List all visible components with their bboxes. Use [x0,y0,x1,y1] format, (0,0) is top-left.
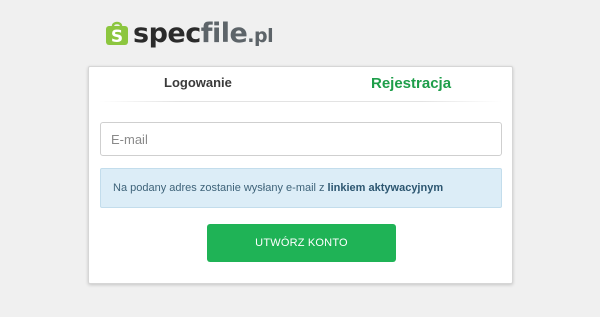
tabs-divider [99,101,502,102]
tab-login[interactable]: Logowanie [164,75,232,90]
create-account-button[interactable]: UTWÓRZ KONTO [207,224,396,262]
info-strong-text: linkiem aktywacyjnym [327,182,444,194]
auth-card: Logowanie Rejestracja Na podany adres zo… [88,66,513,284]
activation-info-alert: Na podany adres zostanie wysłany e-mail … [100,168,502,208]
logo-wordmark: spec file .pl [133,17,274,49]
logo-text-file: file [200,17,248,49]
site-logo[interactable]: S spec file .pl [104,16,274,50]
email-field[interactable] [100,122,502,156]
auth-tabs: Logowanie Rejestracja [89,67,512,103]
logo-text-spec: spec [133,17,201,49]
logo-bag-icon: S [104,20,130,46]
tab-register[interactable]: Rejestracja [371,75,451,92]
info-text: Na podany adres zostanie wysłany e-mail … [113,182,325,194]
svg-text:S: S [111,27,123,46]
logo-text-tld: .pl [247,24,274,47]
